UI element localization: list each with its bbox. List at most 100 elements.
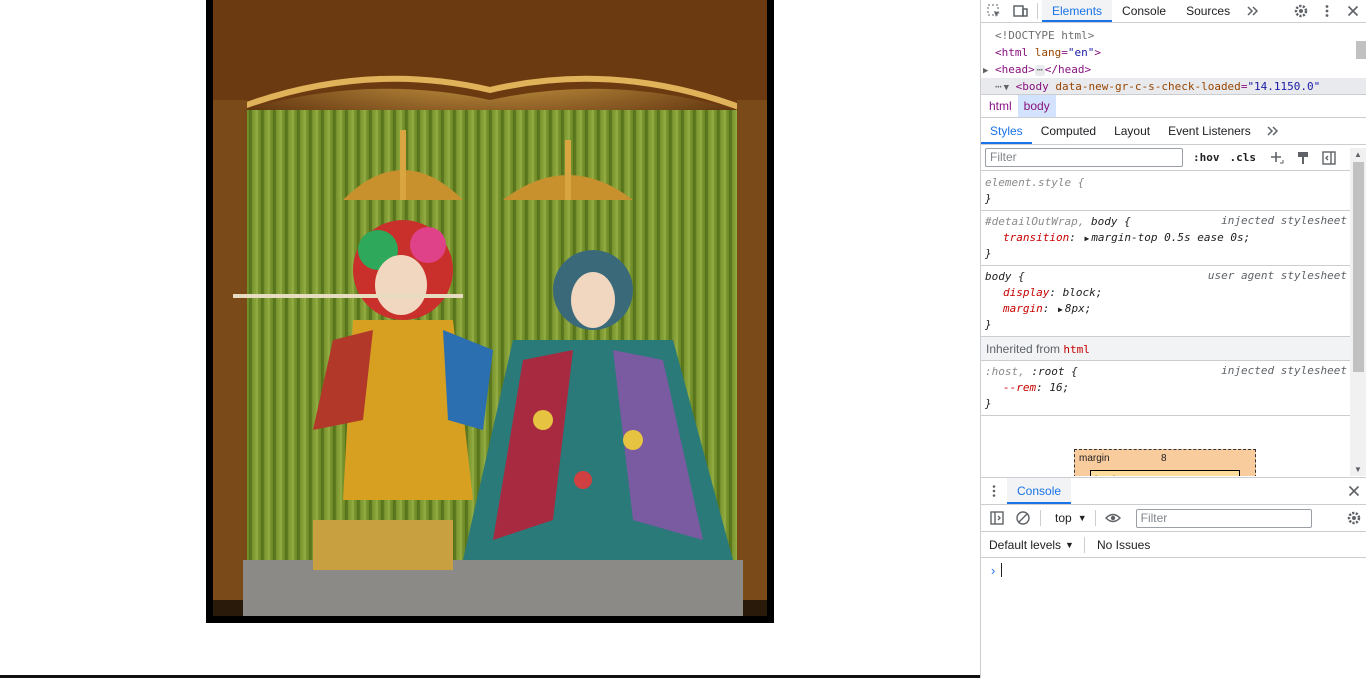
breadcrumb-html[interactable]: html — [983, 95, 1018, 117]
html-open-tag: <html — [995, 46, 1029, 59]
styles-scrollbar[interactable]: ▲ ▼ — [1350, 148, 1366, 476]
collapse-arrow-icon[interactable]: ▼ — [1004, 80, 1016, 94]
eye-icon[interactable] — [1100, 507, 1126, 529]
console-prompt[interactable]: › — [981, 558, 1366, 582]
paint-icon[interactable] — [1290, 147, 1316, 169]
dom-body-node[interactable]: ⋯ ▼ <body data-new-gr-c-s-check-loaded="14… — [981, 78, 1366, 94]
dom-head-node[interactable]: ▶ <head> ⋯ </head> — [983, 61, 1366, 78]
tab-layout[interactable]: Layout — [1105, 118, 1159, 144]
add-rule-icon[interactable] — [1264, 147, 1290, 169]
margin-value[interactable]: 8px; — [1065, 302, 1092, 315]
device-toggle-icon[interactable] — [1007, 0, 1033, 22]
rem-property[interactable]: --rem — [1003, 381, 1036, 394]
prompt-chevron-icon: › — [991, 562, 996, 578]
console-toolbar: top ▼ Filter — [981, 505, 1366, 532]
more-tabs-icon[interactable] — [1240, 0, 1266, 22]
styles-scroll-thumb[interactable] — [1353, 162, 1364, 372]
kebab-menu-icon[interactable] — [1314, 0, 1340, 22]
tab-sources[interactable]: Sources — [1176, 0, 1240, 22]
body-prefix-ellipsis: ⋯ — [995, 80, 1002, 93]
context-value: top — [1055, 511, 1072, 525]
hov-toggle[interactable]: :hov — [1193, 151, 1220, 164]
devtools-panel: Elements Console Sources <!DOCTYPE html>… — [980, 0, 1366, 678]
settings-icon[interactable] — [1341, 507, 1366, 529]
html-lang-value: "en" — [1067, 46, 1095, 59]
tab-computed[interactable]: Computed — [1032, 118, 1105, 144]
rule-source-injected-root[interactable]: injected stylesheet — [1221, 364, 1347, 377]
head-collapsed-badge[interactable]: ⋯ — [1034, 65, 1045, 76]
inspect-icon[interactable] — [981, 0, 1007, 22]
breadcrumb-body[interactable]: body — [1017, 95, 1056, 117]
root-selector-dim: :host, — [985, 365, 1025, 378]
styles-subtabs: Styles Computed Layout Event Listeners — [981, 118, 1366, 145]
sidebar-toggle-icon[interactable] — [1316, 147, 1342, 169]
console-levels-row: Default levels ▼ No Issues — [981, 532, 1366, 558]
inherited-from-tag[interactable]: html — [1063, 343, 1090, 356]
dom-tree-scroll-thumb[interactable] — [1356, 41, 1366, 59]
expand-arrow-icon[interactable]: ▶ — [983, 63, 995, 80]
element-style-selector: element.style { — [985, 176, 1085, 189]
console-filter-input[interactable]: Filter — [1135, 508, 1312, 528]
rule-element-style[interactable]: element.style { } — [981, 172, 1350, 211]
transition-value[interactable]: margin-top 0.5s ease 0s; — [1091, 231, 1250, 244]
deity-photo — [206, 0, 774, 623]
doctype-text: <!DOCTYPE html> — [995, 29, 1095, 42]
box-model-margin[interactable]: margin 8 border – — [1074, 449, 1256, 476]
expand-arrow-icon[interactable]: ▶ — [1084, 234, 1089, 243]
clear-console-icon[interactable] — [1010, 507, 1036, 529]
expand-arrow-icon[interactable]: ▶ — [1058, 305, 1063, 314]
dom-tree-scrollbar[interactable] — [1354, 27, 1366, 93]
console-drawer: Console top ▼ Filter Default levels ▼ No… — [981, 477, 1366, 678]
root-selector: :root { — [1031, 365, 1078, 378]
margin-label: margin — [1079, 453, 1110, 464]
display-property[interactable]: display — [1003, 286, 1049, 299]
detail-wrap-close: } — [985, 247, 992, 260]
breadcrumb: html body — [981, 95, 1366, 118]
close-icon[interactable] — [1341, 480, 1366, 502]
drawer-menu-icon[interactable] — [981, 480, 1007, 502]
body-open-tag: <body — [1015, 80, 1049, 93]
margin-property[interactable]: margin — [1003, 302, 1043, 315]
more-subtabs-icon[interactable] — [1260, 120, 1286, 142]
context-selector[interactable]: top ▼ — [1051, 511, 1091, 525]
rule-detail-wrap[interactable]: injected stylesheet #detailOutWrap, body… — [981, 211, 1350, 266]
tab-styles[interactable]: Styles — [981, 118, 1032, 144]
deity-photo-image — [213, 0, 767, 616]
tab-event-listeners[interactable]: Event Listeners — [1159, 118, 1260, 144]
html-lang-attr: lang — [1034, 46, 1062, 59]
styles-filterbar: Filter :hov .cls — [981, 145, 1366, 171]
box-model: margin 8 border – — [981, 416, 1350, 476]
transition-property[interactable]: transition — [1003, 231, 1069, 244]
rule-root[interactable]: injected stylesheet :host, :root { --rem… — [981, 361, 1350, 416]
tab-console[interactable]: Console — [1112, 0, 1176, 22]
dom-tree: <!DOCTYPE html> <html lang="en"> ▶ <head>… — [981, 23, 1366, 95]
rem-value[interactable]: 16; — [1049, 381, 1069, 394]
rule-source-injected[interactable]: injected stylesheet — [1221, 214, 1347, 227]
scroll-up-arrow-icon[interactable]: ▲ — [1354, 150, 1362, 159]
detail-wrap-selector: body { — [1090, 215, 1131, 228]
toolbar-separator — [1094, 510, 1096, 526]
root-close: } — [985, 397, 992, 410]
toolbar-separator — [1040, 510, 1041, 526]
rule-body-user-agent[interactable]: user agent stylesheet body { display: bl… — [981, 266, 1350, 337]
settings-icon[interactable] — [1288, 0, 1314, 22]
display-value[interactable]: block; — [1063, 286, 1103, 299]
tab-elements[interactable]: Elements — [1042, 0, 1113, 22]
cls-toggle[interactable]: .cls — [1230, 151, 1257, 164]
styles-filter-input[interactable]: Filter — [985, 148, 1183, 167]
sidebar-icon[interactable] — [984, 507, 1010, 529]
margin-value-label[interactable]: 8 — [1161, 453, 1167, 464]
close-icon[interactable] — [1340, 0, 1366, 22]
default-levels-label: Default levels — [989, 537, 1062, 552]
text-caret — [1001, 563, 1003, 577]
body-ua-close: } — [985, 318, 992, 331]
issues-status[interactable]: No Issues — [1097, 538, 1150, 552]
html-open-close: > — [1094, 46, 1101, 59]
border-value-label[interactable]: – — [1159, 475, 1165, 476]
dom-doctype[interactable]: <!DOCTYPE html> — [995, 27, 1366, 44]
default-levels-dropdown[interactable]: Default levels ▼ — [989, 538, 1074, 552]
scroll-down-arrow-icon[interactable]: ▼ — [1354, 465, 1362, 474]
dom-html-node[interactable]: <html lang="en"> — [995, 44, 1366, 61]
drawer-tab-console[interactable]: Console — [1007, 478, 1072, 504]
box-model-border[interactable]: border – — [1090, 470, 1240, 476]
